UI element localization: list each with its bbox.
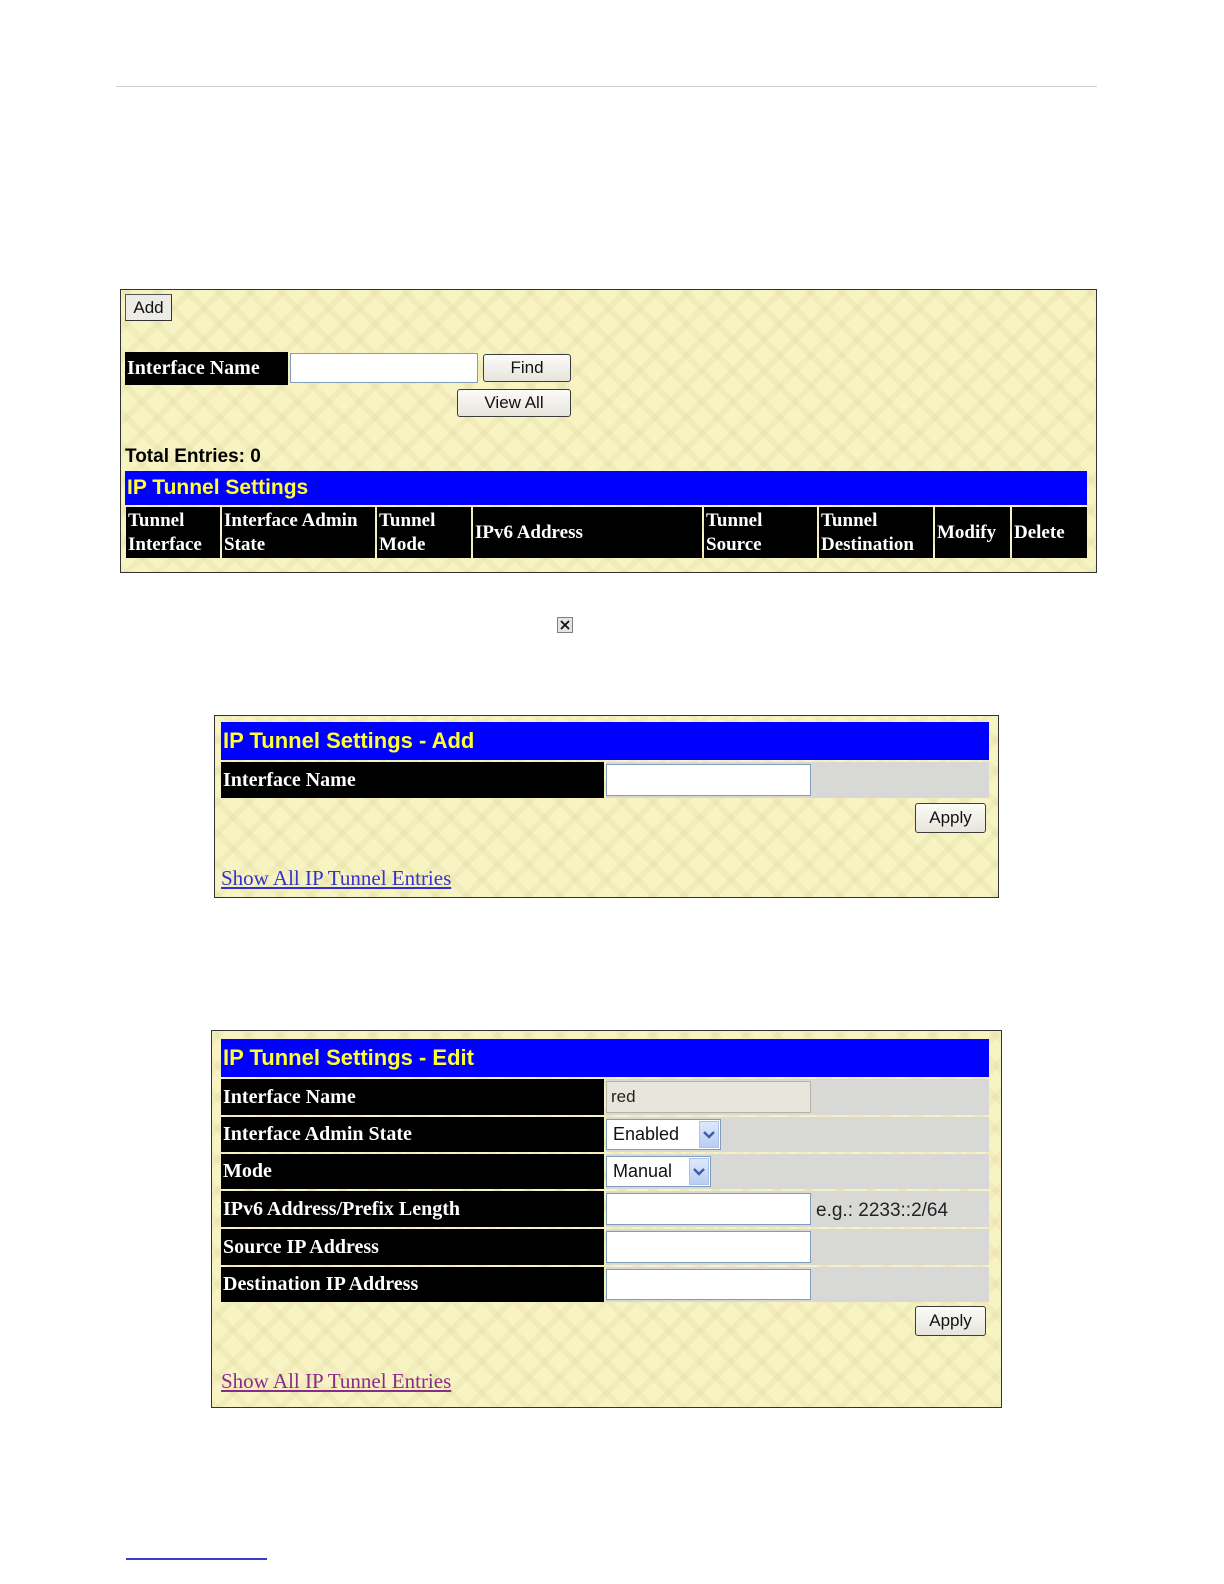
page-footer-rule <box>126 1558 267 1560</box>
chevron-down-glyph <box>703 1130 715 1139</box>
col-tunnel-interface: Tunnel Interface <box>126 507 220 558</box>
interface-name-label: Interface Name <box>125 352 288 385</box>
ipv6-format-hint: e.g.: 2233::2/64 <box>816 1200 949 1221</box>
destination-ip-input[interactable] <box>606 1269 811 1300</box>
view-all-button[interactable]: View All <box>457 389 571 417</box>
edit-interface-name-label: Interface Name <box>221 1079 604 1115</box>
edit-source-ip-label: Source IP Address <box>221 1229 604 1265</box>
mode-select[interactable]: Manual <box>606 1156 711 1187</box>
edit-apply-button[interactable]: Apply <box>915 1306 986 1336</box>
col-tunnel-mode: Tunnel Mode <box>377 507 471 558</box>
add-panel-title: IP Tunnel Settings - Add <box>221 722 989 760</box>
col-tunnel-source-line2: Source <box>706 533 762 555</box>
add-show-all-entries-link[interactable]: Show All IP Tunnel Entries <box>221 866 451 891</box>
find-button[interactable]: Find <box>483 354 571 382</box>
col-tunnel-destination: Tunnel Destination <box>819 507 933 558</box>
col-tunnel-interface-line2: Interface <box>128 533 202 555</box>
add-interface-name-input[interactable] <box>606 764 811 796</box>
edit-mode-label: Mode <box>221 1154 604 1189</box>
col-tunnel-destination-line1: Tunnel <box>821 509 878 531</box>
col-tunnel-mode-line2: Mode <box>379 533 426 555</box>
edit-destination-ip-label: Destination IP Address <box>221 1267 604 1302</box>
add-apply-button[interactable]: Apply <box>915 803 986 833</box>
mode-selected-value: Manual <box>613 1161 673 1181</box>
col-tunnel-interface-line1: Tunnel <box>128 509 185 531</box>
admin-state-select[interactable]: Enabled <box>606 1119 721 1150</box>
ipv6-address-input[interactable] <box>606 1193 811 1225</box>
edit-show-all-entries-link[interactable]: Show All IP Tunnel Entries <box>221 1369 451 1394</box>
admin-state-chevron-down-icon[interactable] <box>699 1121 719 1148</box>
ip-tunnel-add-panel: IP Tunnel Settings - Add Interface Name … <box>214 715 999 898</box>
page-header-rule <box>116 86 1097 87</box>
edit-ipv6-label: IPv6 Address/Prefix Length <box>221 1191 604 1227</box>
col-modify-line1: Modify <box>937 521 997 543</box>
edit-interface-name-input <box>606 1081 811 1113</box>
col-ipv6-address: IPv6 Address <box>473 507 702 558</box>
add-button[interactable]: Add <box>125 294 172 321</box>
admin-state-selected-value: Enabled <box>613 1124 680 1144</box>
ip-tunnel-edit-panel: IP Tunnel Settings - Edit Interface Name… <box>211 1030 1002 1408</box>
col-tunnel-mode-line1: Tunnel <box>379 509 436 531</box>
edit-admin-state-label: Interface Admin State <box>221 1117 604 1152</box>
col-ipv6-address-line1: IPv6 Address <box>475 521 583 543</box>
ip-tunnel-list-panel: Add Interface Name Find View All Total E… <box>120 289 1097 573</box>
mode-chevron-down-icon[interactable] <box>689 1158 709 1185</box>
close-x-icon <box>557 617 573 633</box>
interface-name-search-input[interactable] <box>290 353 478 383</box>
add-interface-name-label: Interface Name <box>221 762 604 798</box>
col-delete-line1: Delete <box>1014 521 1065 543</box>
col-tunnel-destination-line2: Destination <box>821 533 914 555</box>
col-interface-admin-state: Interface Admin State <box>222 507 375 558</box>
col-interface-admin-state-line2: State <box>224 533 266 555</box>
col-tunnel-source-line1: Tunnel <box>706 509 763 531</box>
col-interface-admin-state-line1: Interface Admin <box>224 509 358 531</box>
chevron-down-glyph <box>693 1167 705 1176</box>
close-x-glyph <box>560 620 570 630</box>
col-tunnel-source: Tunnel Source <box>704 507 817 558</box>
total-entries: Total Entries: 0 <box>125 446 261 467</box>
ip-tunnel-settings-title: IP Tunnel Settings <box>125 471 1087 505</box>
col-delete: Delete <box>1012 507 1087 558</box>
source-ip-input[interactable] <box>606 1231 811 1263</box>
col-modify: Modify <box>935 507 1010 558</box>
edit-panel-title: IP Tunnel Settings - Edit <box>221 1039 989 1077</box>
